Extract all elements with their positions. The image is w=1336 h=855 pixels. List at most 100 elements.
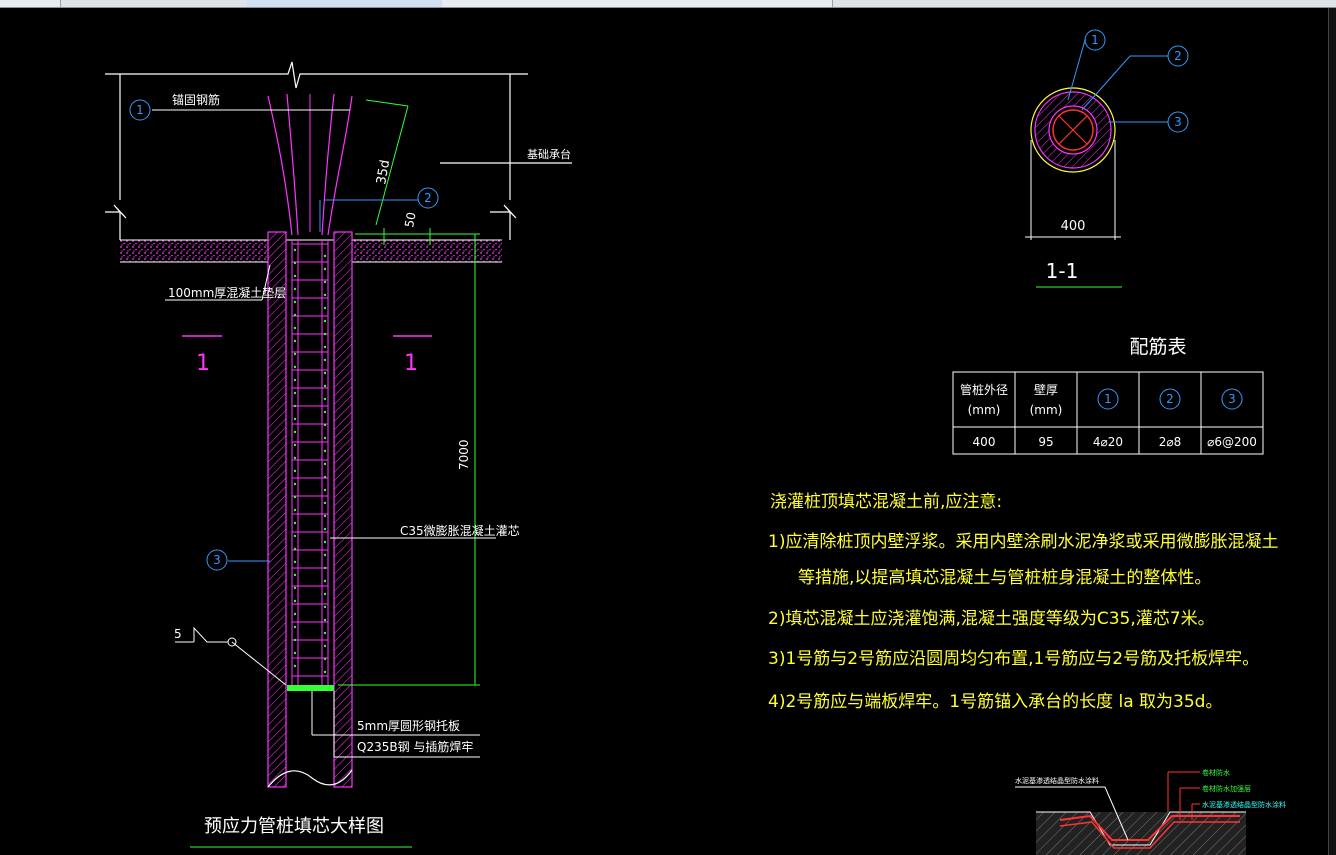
rebar-dot (293, 352, 297, 356)
rebar-dot (293, 482, 297, 486)
rebar-dot (323, 501, 327, 505)
rebar-dot (323, 384, 327, 388)
rebar-dot (323, 605, 327, 609)
rebar-dot (323, 579, 327, 583)
cad-drawing-canvas: 1 2 3 锚固钢筋 基础承台 35d 50 100mm厚混凝土垫层 1 1 7… (105, 29, 1286, 855)
rebar-dot (323, 436, 327, 440)
rebar-dot (323, 332, 327, 336)
detail-right-label-2: 卷材防水加强层 (1202, 784, 1251, 793)
rebar-dot (323, 488, 327, 492)
notes-heading: 浇灌桩顶填芯混凝土前,应注意: (770, 492, 1002, 512)
elevation-title: 预应力管桩填芯大样图 (204, 816, 384, 837)
notes-block: 浇灌桩顶填芯混凝土前,应注意: 1)应清除桩顶内壁浮浆。采用内壁涂刷水泥净浆或采… (768, 492, 1278, 712)
rebar-dot (293, 573, 297, 577)
section-mark-right: 1 (404, 351, 418, 376)
rebar-dot (293, 274, 297, 278)
table-title: 配筋表 (1129, 336, 1186, 358)
rebar-dot (293, 612, 297, 616)
section-title: 1-1 (1046, 259, 1079, 283)
note-4: 4)2号筋应与端板焊牢。1号筋锚入承台的长度 la 取为35d。 (768, 692, 1222, 712)
rebar-dot (323, 475, 327, 479)
plate-label-1: 5mm厚圆形钢托板 (357, 719, 460, 733)
table-header-bar-2: 2 (1166, 392, 1174, 406)
table-cell-thickness: 95 (1038, 435, 1053, 449)
rebar-dot (323, 293, 327, 297)
section-mark-left: 1 (196, 351, 210, 376)
circle-2-label: 2 (424, 191, 432, 205)
rebar-dot (293, 521, 297, 525)
rebar-dot (323, 527, 327, 531)
rebar-dot (293, 339, 297, 343)
rebar-dot (323, 267, 327, 271)
rebar-dot (293, 326, 297, 330)
rebar-dot (323, 657, 327, 661)
rebar-dot (293, 638, 297, 642)
table-header-diameter: 管桩外径 (960, 382, 1008, 397)
table-cell-diameter: 400 (973, 435, 996, 449)
rebar-cage (291, 240, 329, 685)
detail-right-label-1: 卷材防水 (1202, 768, 1230, 777)
rebar-dot (323, 592, 327, 596)
section-circle-1: 1 (1091, 33, 1099, 47)
table-header-diameter-unit: (mm) (968, 403, 1001, 417)
rebar-dot (323, 280, 327, 284)
rebar-dot (293, 417, 297, 421)
pile-cap-outline (105, 61, 572, 240)
section-dim-400: 400 (1061, 219, 1086, 234)
rebar-dot (293, 365, 297, 369)
circle-3-label: 3 (213, 553, 221, 567)
rebar-dot (323, 618, 327, 622)
detail-right-label-3: 水泥基渗透结晶型防水涂料 (1202, 800, 1286, 809)
table-header-thickness-unit: (mm) (1030, 403, 1063, 417)
cushion-label: 100mm厚混凝土垫层 (168, 285, 286, 300)
rebar-dot (323, 553, 327, 557)
note-1a: 1)应清除桩顶内壁浮浆。采用内壁涂刷水泥净浆或采用微膨胀混凝土 (768, 532, 1278, 552)
rebar-dot (293, 456, 297, 460)
rebar-dot (323, 358, 327, 362)
rebar-dot (293, 469, 297, 473)
rebar-dot (293, 560, 297, 564)
dim-50: 50 (402, 211, 418, 228)
cap-label: 基础承台 (527, 147, 571, 161)
rebar-dot (323, 306, 327, 310)
rebar-dot (323, 540, 327, 544)
rebar-dot (323, 371, 327, 375)
dimension-lines (338, 99, 480, 686)
rebar-dot (293, 430, 297, 434)
rebar-dots (293, 248, 327, 674)
rebar-dot (293, 261, 297, 265)
rebar-dot (323, 449, 327, 453)
table-header-bar-3: 3 (1228, 392, 1236, 406)
table-header-bar-1: 1 (1104, 392, 1112, 406)
detail-left-label: 水泥基渗透结晶型防水涂料 (1015, 776, 1099, 785)
rebar-dot (323, 254, 327, 258)
rebar-dot (293, 651, 297, 655)
section-circle-2: 2 (1174, 49, 1182, 63)
rebar-dot (293, 443, 297, 447)
note-2: 2)填芯混凝土应浇灌饱满,混凝土强度等级为C35,灌芯7米。 (768, 609, 1215, 629)
rebar-dot (293, 495, 297, 499)
table-cell-bar-2: 2⌀8 (1159, 435, 1182, 449)
rebar-dot (323, 423, 327, 427)
rebar-dot (293, 586, 297, 590)
rebar-dot (323, 345, 327, 349)
steel-plate (287, 685, 334, 691)
note-3: 3)1号筋与2号筋应沿圆周均匀布置,1号筋应与2号筋及托板焊牢。 (768, 649, 1259, 669)
dim-35d: 35d (374, 159, 393, 186)
rebar-dot (293, 547, 297, 551)
rebar-dot (293, 300, 297, 304)
rebar-dot (323, 644, 327, 648)
rebar-dot (323, 462, 327, 466)
rebar-dot (293, 508, 297, 512)
rebar-dot (293, 534, 297, 538)
rebar-dot (293, 313, 297, 317)
weld-size: 5 (174, 627, 182, 641)
rebar-dot (323, 566, 327, 570)
rebar-dot (293, 248, 297, 252)
dim-7000: 7000 (457, 439, 471, 470)
cushion-layer (120, 239, 502, 263)
anchor-bar-label: 锚固钢筋 (172, 92, 220, 107)
pile-walls (267, 231, 353, 788)
rebar-dot (293, 391, 297, 395)
rebar-dot (293, 664, 297, 668)
